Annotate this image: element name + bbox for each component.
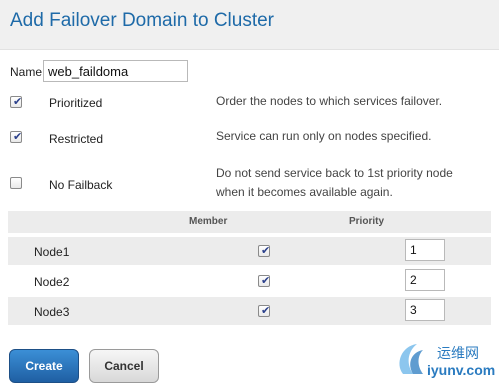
priority-column-header: Priority	[349, 216, 385, 227]
check-icon: ✔	[13, 131, 23, 143]
no-failback-label: No Failback	[49, 178, 113, 192]
table-row: Node1 ✔	[8, 237, 491, 265]
member-column-header: Member	[189, 216, 228, 227]
node-name: Node3	[34, 305, 70, 319]
no-failback-description-line1: Do not send service back to 1st priority…	[216, 166, 453, 180]
check-icon: ✔	[261, 275, 271, 287]
create-button[interactable]: Create	[9, 349, 79, 383]
table-row: Node2 ✔	[8, 267, 491, 295]
name-label: Name	[10, 65, 43, 79]
nodes-table-header: Member Priority	[8, 211, 491, 233]
member-checkbox[interactable]: ✔	[258, 245, 270, 257]
prioritized-checkbox[interactable]: ✔	[10, 96, 22, 108]
watermark-text-cn: 运维网	[437, 345, 479, 361]
node-name: Node1	[34, 245, 70, 259]
prioritized-description: Order the nodes to which services failov…	[216, 94, 443, 108]
node-name: Node2	[34, 275, 70, 289]
cancel-button[interactable]: Cancel	[89, 349, 159, 383]
prioritized-label: Prioritized	[49, 96, 103, 110]
no-failback-description-line2: when it becomes available again.	[216, 185, 393, 199]
member-checkbox[interactable]: ✔	[258, 305, 270, 317]
watermark: 运维网 iyunv.com	[395, 340, 495, 385]
no-failback-checkbox[interactable]	[10, 177, 22, 189]
check-icon: ✔	[261, 245, 271, 257]
dialog-header: Add Failover Domain to Cluster	[0, 0, 499, 50]
dialog-title: Add Failover Domain to Cluster	[10, 10, 274, 31]
member-checkbox[interactable]: ✔	[258, 275, 270, 287]
restricted-checkbox[interactable]: ✔	[10, 131, 22, 143]
priority-input[interactable]	[405, 269, 445, 291]
table-row: Node3 ✔	[8, 297, 491, 325]
restricted-description: Service can run only on nodes specified.	[216, 129, 432, 143]
restricted-label: Restricted	[49, 132, 104, 146]
check-icon: ✔	[261, 305, 271, 317]
priority-input[interactable]	[405, 239, 445, 261]
name-input[interactable]	[43, 60, 188, 82]
priority-input[interactable]	[405, 299, 445, 321]
watermark-text-en: iyunv.com	[427, 362, 496, 378]
check-icon: ✔	[13, 96, 23, 108]
